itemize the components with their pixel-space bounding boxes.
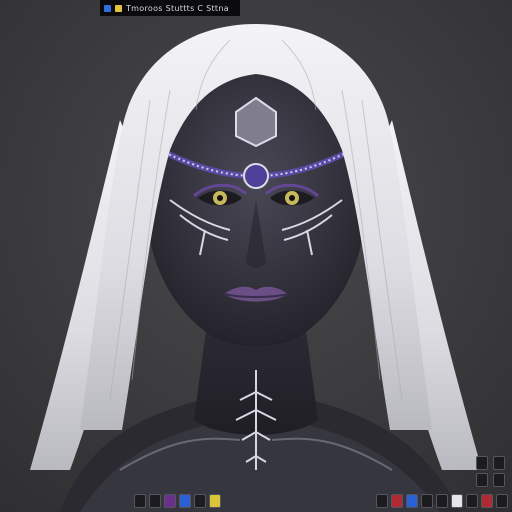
taskbar-tray-icon[interactable] — [391, 494, 403, 508]
taskbar-tray-icon[interactable] — [451, 494, 463, 508]
tray-icon[interactable] — [476, 473, 488, 487]
taskbar-app-icon[interactable] — [164, 494, 176, 508]
taskbar-tray-icon[interactable] — [466, 494, 478, 508]
tray-icon[interactable] — [492, 473, 505, 487]
taskbar-left — [134, 491, 221, 511]
taskbar-right — [376, 491, 508, 511]
taskbar-tray-icon[interactable] — [421, 494, 433, 508]
taskbar-tray-icon[interactable] — [496, 494, 508, 508]
tray-icon[interactable] — [476, 456, 488, 470]
taskbar-app-icon[interactable] — [209, 494, 221, 508]
taskbar-app-icon[interactable] — [134, 494, 146, 508]
taskbar-app-icon[interactable] — [149, 494, 161, 508]
screenshot-canvas: Tmoroos Stuttts C Sttna — [0, 0, 512, 512]
taskbar-tray-icon[interactable] — [436, 494, 448, 508]
taskbar-app-icon[interactable] — [179, 494, 191, 508]
taskbar-tray-icon[interactable] — [376, 494, 388, 508]
taskbar-app-icon[interactable] — [194, 494, 206, 508]
dark-elf-portrait — [30, 24, 482, 512]
folder-icon — [115, 4, 122, 12]
taskbar-tray-icon[interactable] — [406, 494, 418, 508]
window-title: Tmoroos Stuttts C Sttna — [126, 3, 229, 13]
app-icon — [104, 4, 111, 12]
tray-icon[interactable] — [492, 456, 505, 470]
system-tray-cluster[interactable] — [476, 456, 506, 487]
taskbar-tray-icon[interactable] — [481, 494, 493, 508]
window-title-strip: Tmoroos Stuttts C Sttna — [100, 0, 240, 16]
